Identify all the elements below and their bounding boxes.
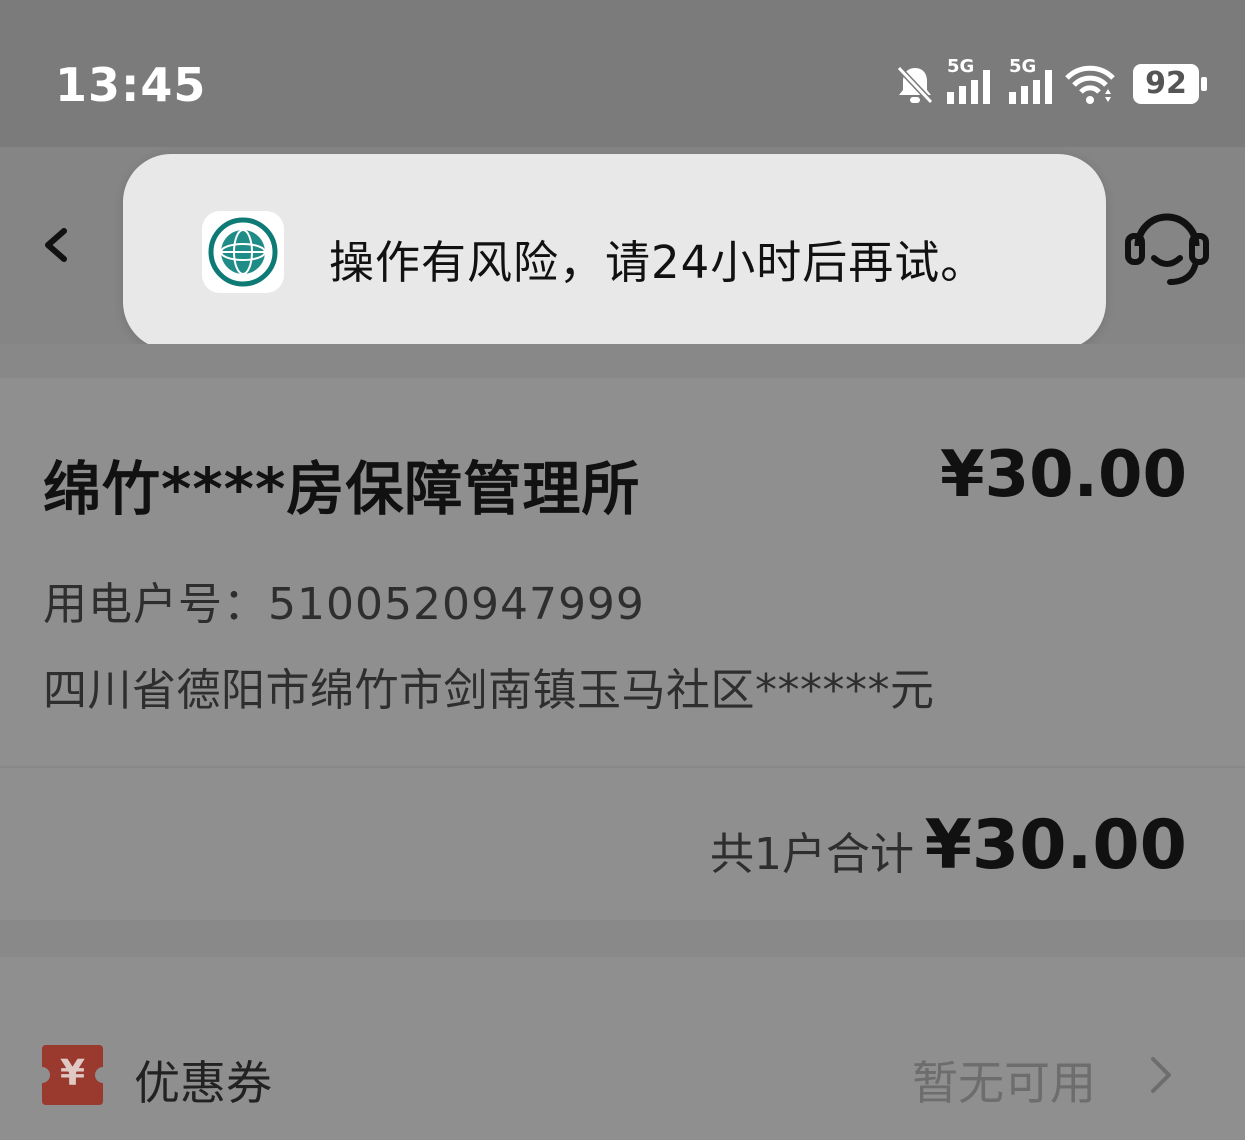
signal-5g-icon: 5G	[1007, 56, 1059, 106]
status-bar: 13:45 5G 5G 92	[0, 0, 1245, 147]
total-amount: ¥30.00	[924, 806, 1187, 885]
coupon-label: 优惠券	[134, 1056, 272, 1110]
toast-message: 操作有风险，请24小时后再试。	[329, 236, 987, 289]
section-divider	[0, 920, 1245, 957]
total-label: 共1户合计	[710, 829, 914, 880]
wifi-icon	[1065, 65, 1115, 104]
bell-off-icon	[896, 65, 934, 105]
signal-5g-icon: 5G	[945, 56, 997, 106]
account-amount: ¥30.00	[940, 438, 1187, 512]
total-row: 共1户合计 ¥30.00	[0, 768, 1245, 920]
toast-notification: 操作有风险，请24小时后再试。	[123, 154, 1106, 350]
section-divider	[0, 344, 1245, 378]
chevron-right-icon	[1151, 1057, 1171, 1093]
coupon-status: 暂无可用	[912, 1056, 1096, 1110]
account-number: 用电户号：5100520947999	[43, 579, 645, 630]
battery-icon: 92	[1133, 64, 1207, 104]
state-grid-logo	[202, 211, 284, 293]
coupon-row[interactable]: ¥ 优惠券 暂无可用	[0, 957, 1245, 1140]
headset-icon[interactable]	[1124, 202, 1210, 292]
account-name: 绵竹****房保障管理所	[43, 455, 641, 523]
status-time: 13:45	[55, 58, 207, 112]
chevron-left-icon[interactable]	[38, 225, 74, 265]
bill-card: 绵竹****房保障管理所 ¥30.00 用电户号：5100520947999 四…	[0, 378, 1245, 768]
coupon-icon: ¥	[40, 1043, 105, 1107]
account-address: 四川省德阳市绵竹市剑南镇玉马社区******元	[43, 665, 935, 716]
